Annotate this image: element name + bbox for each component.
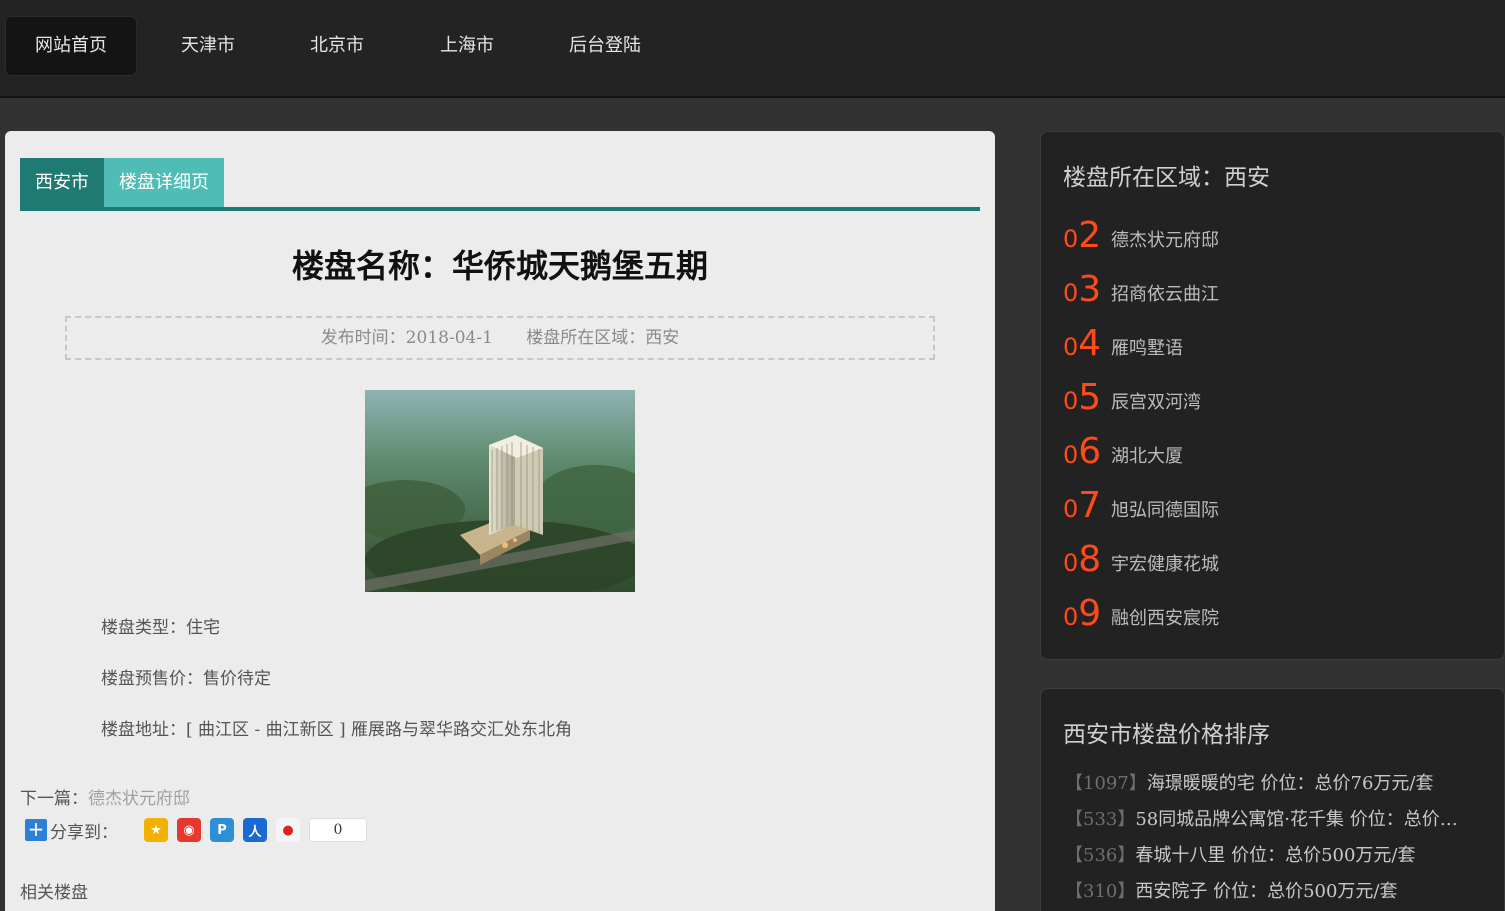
- nav-home[interactable]: 网站首页: [5, 16, 137, 76]
- breadcrumb: 西安市 楼盘详细页: [20, 158, 980, 211]
- house-presale: 楼盘预售价：售价待定: [101, 669, 271, 689]
- price-item-text[interactable]: 春城十八里 价位：总价500万元/套: [1135, 845, 1415, 866]
- related-heading: 相关楼盘: [20, 883, 88, 903]
- nav-shanghai[interactable]: 上海市: [412, 16, 522, 76]
- top-navigation: 网站首页 天津市 北京市 上海市 后台登陆: [0, 0, 1505, 98]
- region-list-item[interactable]: 03 招商依云曲江: [1063, 268, 1219, 308]
- price-list-item[interactable]: 【1097】海璟暖暖的宅 价位：总价76万元/套: [1065, 769, 1465, 795]
- rank-number: 06: [1063, 431, 1102, 472]
- rank-number: 07: [1063, 485, 1102, 526]
- rank-number: 08: [1063, 539, 1102, 580]
- house-address: 楼盘地址：[ 曲江区 - 曲江新区 ] 雁展路与翠华路交汇处东北角: [101, 720, 573, 740]
- weibo-share-icon[interactable]: ◉: [177, 818, 201, 842]
- price-item-id: 【536】: [1065, 845, 1136, 866]
- rank-name[interactable]: 招商依云曲江: [1111, 280, 1219, 308]
- next-label: 下一篇：: [20, 789, 88, 809]
- region-list-item[interactable]: 08 宇宏健康花城: [1063, 538, 1219, 578]
- price-item-text[interactable]: 58同城品牌公寓馆·花千集 价位：总价66万元/套: [1135, 809, 1465, 830]
- region-list-item[interactable]: 09 融创西安宸院: [1063, 592, 1219, 632]
- nav-tianjin[interactable]: 天津市: [152, 16, 264, 76]
- rank-number: 09: [1063, 593, 1102, 634]
- price-item-text[interactable]: 西安院子 价位：总价500万元/套: [1135, 881, 1397, 902]
- price-list-item[interactable]: 【533】58同城品牌公寓馆·花千集 价位：总价66万元/套: [1065, 805, 1465, 831]
- rank-number: 05: [1063, 377, 1102, 418]
- house-region: 楼盘所在区域：西安: [526, 328, 680, 348]
- rank-name[interactable]: 宇宏健康花城: [1111, 550, 1219, 578]
- nav-admin-login[interactable]: 后台登陆: [545, 16, 665, 76]
- price-ranking-title: 西安市楼盘价格排序: [1063, 722, 1270, 748]
- region-list-item[interactable]: 05 辰宫双河湾: [1063, 376, 1201, 416]
- price-item-text[interactable]: 海璟暖暖的宅 价位：总价76万元/套: [1147, 773, 1434, 794]
- rank-name[interactable]: 雁鸣墅语: [1111, 334, 1183, 362]
- pengyou-share-icon[interactable]: P: [210, 818, 234, 842]
- qzone-share-icon[interactable]: ★: [144, 818, 168, 842]
- price-item-id: 【1097】: [1065, 773, 1147, 794]
- price-item-id: 【310】: [1065, 881, 1136, 902]
- rank-name[interactable]: 旭弘同德国际: [1111, 496, 1219, 524]
- renren-share-icon[interactable]: 人: [243, 818, 267, 842]
- rank-name[interactable]: 辰宫双河湾: [1111, 388, 1201, 416]
- next-link[interactable]: 德杰状元府邸: [88, 789, 190, 809]
- share-label: 分享到：: [50, 822, 118, 843]
- people-share-icon[interactable]: ●: [276, 818, 300, 842]
- region-list-item[interactable]: 04 雁鸣墅语: [1063, 322, 1183, 362]
- house-type: 楼盘类型：住宅: [101, 618, 220, 638]
- region-list-item[interactable]: 02 德杰状元府邸: [1063, 214, 1219, 254]
- nav-beijing[interactable]: 北京市: [282, 16, 392, 76]
- main-panel: 西安市 楼盘详细页 楼盘名称：华侨城天鹅堡五期 发布时间：2018-04-1 楼…: [5, 131, 995, 911]
- price-ranking-panel: 西安市楼盘价格排序 【1097】海璟暖暖的宅 价位：总价76万元/套 【533】…: [1040, 688, 1505, 911]
- price-list-item[interactable]: 【310】西安院子 价位：总价500万元/套: [1065, 877, 1465, 903]
- rank-name[interactable]: 德杰状元府邸: [1111, 226, 1219, 254]
- breadcrumb-city[interactable]: 西安市: [20, 158, 104, 207]
- publish-date: 发布时间：2018-04-1: [320, 328, 493, 348]
- next-article: 下一篇：德杰状元府邸: [20, 784, 190, 809]
- rank-name[interactable]: 湖北大厦: [1111, 442, 1183, 470]
- rank-number: 02: [1063, 215, 1102, 256]
- house-photo: [365, 390, 635, 592]
- region-list-item[interactable]: 06 湖北大厦: [1063, 430, 1183, 470]
- region-list-title: 楼盘所在区域：西安: [1063, 165, 1270, 191]
- house-meta: 发布时间：2018-04-1 楼盘所在区域：西安: [65, 316, 935, 360]
- page-title: 楼盘名称：华侨城天鹅堡五期: [291, 247, 708, 285]
- share-bar: + 分享到： ★ ◉ P 人 ● 0: [25, 817, 367, 843]
- price-list-item[interactable]: 【536】春城十八里 价位：总价500万元/套: [1065, 841, 1465, 867]
- price-item-id: 【533】: [1065, 809, 1136, 830]
- rank-number: 04: [1063, 323, 1102, 364]
- rank-number: 03: [1063, 269, 1102, 310]
- region-list-item[interactable]: 07 旭弘同德国际: [1063, 484, 1219, 524]
- region-list-panel: 楼盘所在区域：西安 02 德杰状元府邸 03 招商依云曲江 04 雁鸣墅语 05…: [1040, 131, 1505, 660]
- breadcrumb-page[interactable]: 楼盘详细页: [104, 158, 224, 207]
- rank-name[interactable]: 融创西安宸院: [1111, 604, 1219, 632]
- share-count: 0: [309, 818, 367, 842]
- share-plus-icon[interactable]: +: [25, 819, 47, 841]
